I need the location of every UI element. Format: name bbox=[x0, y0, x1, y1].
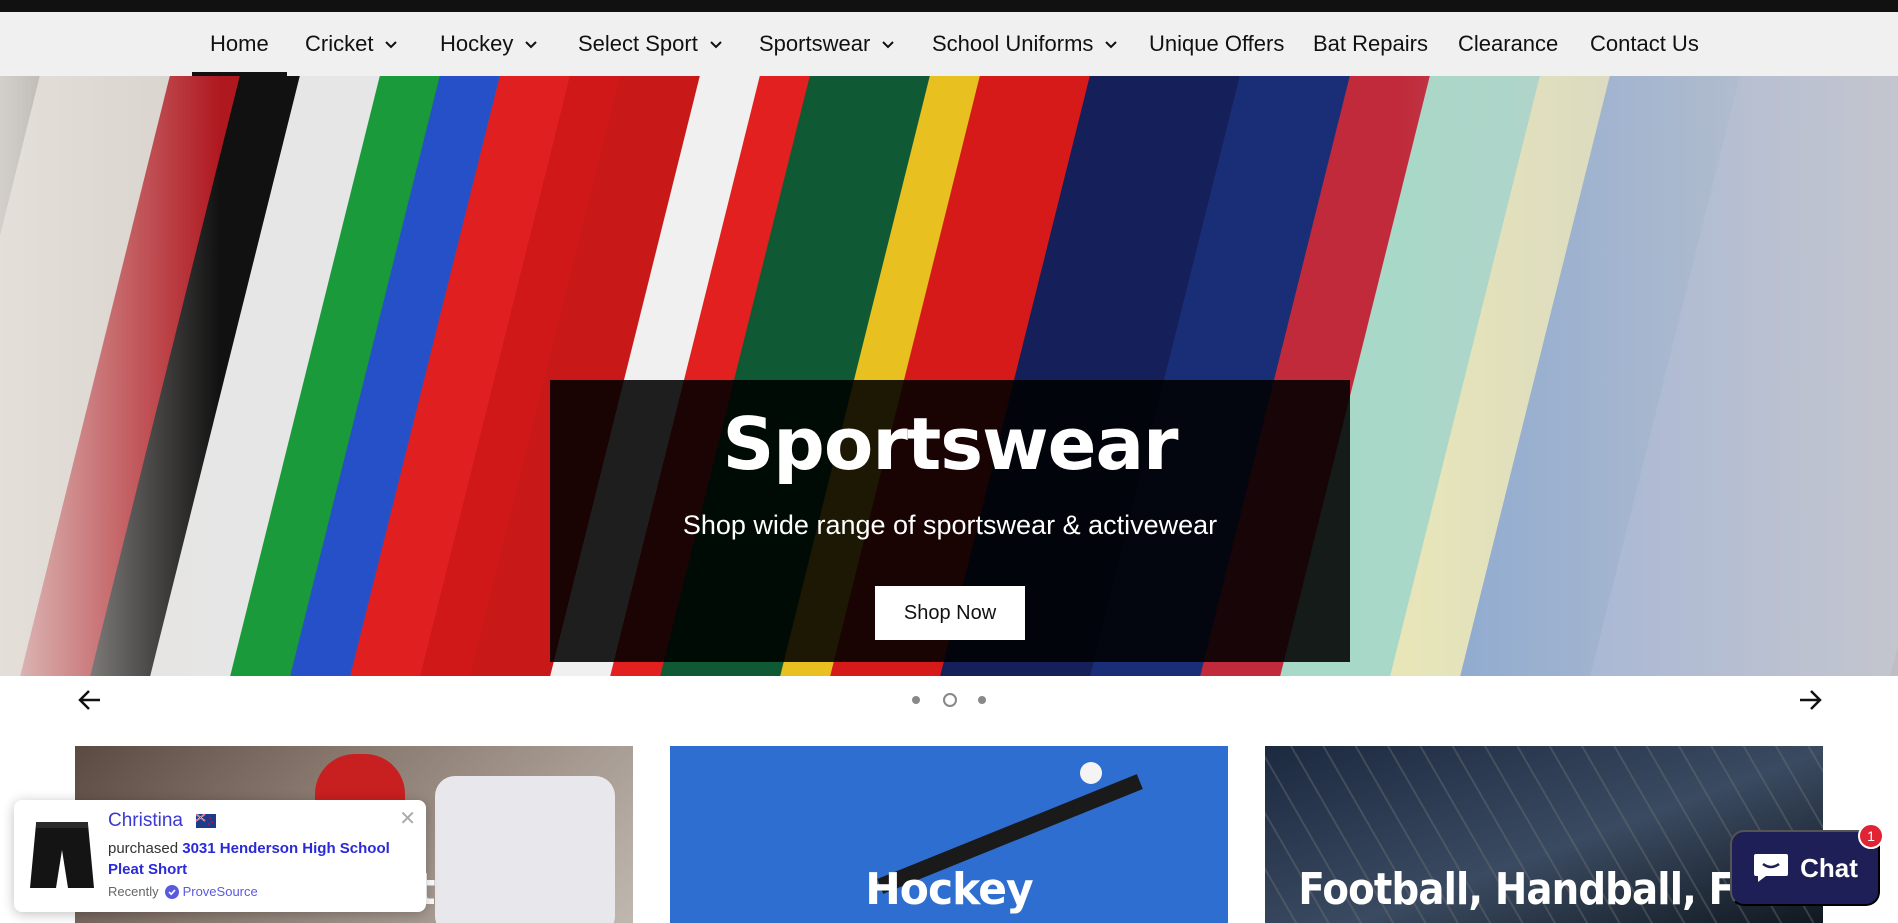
nav-item-select-sport[interactable]: Select Sport bbox=[578, 12, 724, 76]
chat-bubble-icon bbox=[1754, 854, 1789, 882]
buyer-name: Christina bbox=[108, 810, 183, 831]
shop-now-button[interactable]: Shop Now bbox=[875, 586, 1025, 640]
recent-purchase-popup[interactable]: Christina purchased 3031 Henderson High … bbox=[14, 800, 426, 912]
chat-unread-badge: 1 bbox=[1858, 823, 1884, 849]
nav-item-clearance[interactable]: Clearance bbox=[1458, 12, 1558, 76]
purchase-prefix: purchased bbox=[108, 840, 179, 857]
nav-item-label: Cricket bbox=[305, 31, 374, 56]
arrow-left-icon[interactable] bbox=[76, 686, 104, 714]
nav-item-label: Select Sport bbox=[578, 31, 698, 56]
category-card-hockey[interactable]: Hockey bbox=[670, 746, 1228, 923]
chevron-down-icon bbox=[1105, 41, 1118, 49]
nav-item-label: Sportswear bbox=[759, 31, 871, 56]
nav-item-sportswear[interactable]: Sportswear bbox=[759, 12, 896, 76]
hero-subtitle: Shop wide range of sportswear & activewe… bbox=[682, 510, 1218, 540]
category-label: Hockey bbox=[865, 864, 1033, 915]
nav-item-label: Home bbox=[210, 31, 269, 56]
chevron-down-icon bbox=[882, 41, 894, 49]
nav-item-label: Bat Repairs bbox=[1313, 31, 1428, 56]
close-icon[interactable]: ✕ bbox=[399, 806, 416, 831]
nav-item-contact-us[interactable]: Contact Us bbox=[1590, 12, 1699, 76]
provesource-link[interactable]: ProveSource bbox=[183, 884, 258, 899]
chat-label: Chat bbox=[1800, 852, 1858, 883]
chevron-down-icon bbox=[525, 41, 538, 49]
slide-dot[interactable] bbox=[978, 696, 986, 704]
verified-check-icon bbox=[164, 884, 179, 899]
slide-dot-active[interactable] bbox=[943, 693, 957, 707]
hero-caption-box: Sportswear Shop wide range of sportswear… bbox=[550, 380, 1350, 662]
hero-title: Sportswear bbox=[722, 402, 1178, 486]
nav-item-label: Hockey bbox=[440, 31, 514, 56]
nav-item-hockey[interactable]: Hockey bbox=[440, 12, 539, 76]
nav-item-home[interactable]: Home bbox=[192, 12, 287, 76]
chat-button[interactable]: Chat bbox=[1730, 830, 1880, 906]
slide-dot[interactable] bbox=[912, 696, 920, 704]
nav-item-label: School Uniforms bbox=[932, 31, 1094, 56]
nav-item-label: Clearance bbox=[1458, 31, 1559, 56]
chevron-down-icon bbox=[385, 41, 398, 49]
nav-item-unique-offers[interactable]: Unique Offers bbox=[1149, 12, 1284, 76]
main-navigation: Home Cricket Hockey Select Sport Sportsw… bbox=[0, 12, 1898, 77]
nav-item-cricket[interactable]: Cricket bbox=[305, 12, 399, 76]
chevron-down-icon bbox=[710, 41, 722, 49]
hero-slideshow: Sportswear Shop wide range of sportswear… bbox=[0, 76, 1898, 676]
arrow-right-icon[interactable] bbox=[1796, 686, 1824, 714]
nav-item-bat-repairs[interactable]: Bat Repairs bbox=[1313, 12, 1428, 76]
nav-item-label: Contact Us bbox=[1590, 31, 1699, 56]
category-label: Football, Handball, Futsal bbox=[1298, 864, 1823, 915]
flag-icon bbox=[196, 813, 217, 828]
top-bar bbox=[0, 0, 1898, 12]
product-thumbnail bbox=[30, 822, 94, 888]
nav-item-school-uniforms[interactable]: School Uniforms bbox=[932, 12, 1119, 76]
purchase-time: Recently bbox=[108, 884, 159, 899]
nav-item-label: Unique Offers bbox=[1149, 31, 1285, 56]
slide-indicator bbox=[908, 693, 992, 707]
